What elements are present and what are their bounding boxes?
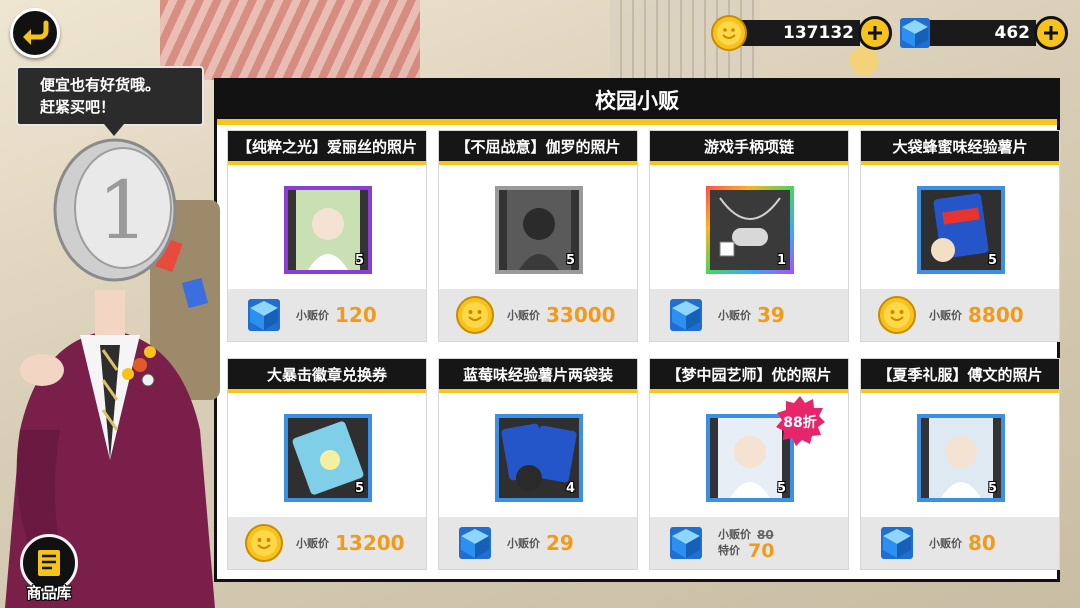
- item-image[interactable]: 5: [495, 186, 583, 274]
- discount-badge: 88折: [774, 395, 826, 447]
- item-name: 【不屈战意】伽罗的照片: [439, 131, 637, 165]
- shop-panel: 校园小贩 【纯粹之光】爱丽丝的照片 5 小贩价 120 【不屈战意】伽罗的照片: [214, 78, 1060, 582]
- item-name: 游戏手柄项链: [650, 131, 848, 165]
- catalog-button[interactable]: 商品库: [14, 534, 84, 608]
- coin-icon: [878, 296, 916, 334]
- gem-amount: 462: [926, 20, 1036, 46]
- item-name: 【夏季礼服】傅文的照片: [861, 359, 1059, 393]
- back-arrow-icon: [23, 20, 49, 45]
- chips-bag-icon: 5: [921, 190, 1001, 270]
- photo-card-icon: 5: [288, 190, 368, 270]
- price-value: 120: [335, 303, 377, 327]
- price-row[interactable]: 小贩价 13200: [228, 517, 426, 569]
- item-name: 蓝莓味经验薯片两袋装: [439, 359, 637, 393]
- special-price-label: 特价: [718, 544, 740, 557]
- plus-icon: [868, 26, 882, 40]
- shop-item-card[interactable]: 大暴击徽章兑换券 5 小贩价 13200: [227, 358, 427, 570]
- item-count: 5: [354, 481, 364, 496]
- shop-item-card[interactable]: 【梦中园艺师】优的照片 5 88折 小贩价 80 特价 70: [649, 358, 849, 570]
- bubble-line-1: 便宜也有好货哦。: [40, 76, 161, 94]
- price-row[interactable]: 小贩价 8800: [861, 289, 1059, 341]
- price-label: 小贩价: [296, 537, 329, 550]
- item-count: 5: [987, 481, 997, 496]
- item-image[interactable]: 5: [917, 414, 1005, 502]
- catalog-icon: [38, 550, 60, 576]
- photo-card-icon: 5: [499, 190, 579, 270]
- back-button[interactable]: [10, 8, 60, 58]
- item-image[interactable]: 5: [284, 414, 372, 502]
- shop-item-card[interactable]: 【纯粹之光】爱丽丝的照片 5 小贩价 120: [227, 130, 427, 342]
- gem-icon: [881, 527, 913, 559]
- price-value: 29: [546, 531, 574, 555]
- price-row[interactable]: 小贩价 80: [861, 517, 1059, 569]
- price-row[interactable]: 小贩价 39: [650, 289, 848, 341]
- price-row[interactable]: 小贩价 29: [439, 517, 637, 569]
- price-value: 33000: [546, 303, 616, 327]
- price-value: 80: [968, 531, 996, 555]
- price-row[interactable]: 小贩价 33000: [439, 289, 637, 341]
- price-label: 小贩价: [507, 537, 540, 550]
- coin-balance: 137132: [710, 14, 892, 52]
- price-row[interactable]: 小贩价 80 特价 70: [650, 517, 848, 569]
- buy-gems-button[interactable]: [1034, 16, 1068, 50]
- shop-title: 校园小贩: [217, 81, 1057, 125]
- item-count: 1: [776, 253, 786, 268]
- price-label: 小贩价: [929, 309, 962, 322]
- item-image[interactable]: 4: [495, 414, 583, 502]
- item-name: 【纯粹之光】爱丽丝的照片: [228, 131, 426, 165]
- price-value: 13200: [335, 531, 405, 555]
- item-count: 4: [565, 481, 575, 496]
- item-name: 大暴击徽章兑换券: [228, 359, 426, 393]
- price-stack: 小贩价 80 特价 70: [718, 527, 775, 562]
- chips-double-icon: 4: [499, 418, 579, 498]
- sale-price: 70: [748, 540, 775, 562]
- photo-card-icon: 5: [921, 418, 1001, 498]
- shop-item-card[interactable]: 【不屈战意】伽罗的照片 5 小贩价 33000: [438, 130, 638, 342]
- item-name: 大袋蜂蜜味经验薯片: [861, 131, 1059, 165]
- item-count: 5: [987, 253, 997, 268]
- price-value: 8800: [968, 303, 1024, 327]
- gem-icon: [900, 18, 930, 48]
- shop-item-card[interactable]: 【夏季礼服】傅文的照片 5 小贩价 80: [860, 358, 1060, 570]
- price-row[interactable]: 小贩价 120: [228, 289, 426, 341]
- item-image[interactable]: 1: [706, 186, 794, 274]
- item-count: 5: [776, 481, 786, 496]
- discount-text: 88折: [783, 414, 816, 431]
- plus-icon: [1044, 26, 1058, 40]
- item-name: 【梦中园艺师】优的照片: [650, 359, 848, 393]
- item-image[interactable]: 5: [284, 186, 372, 274]
- price-label: 小贩价: [929, 537, 962, 550]
- item-count: 5: [354, 253, 364, 268]
- shop-item-card[interactable]: 游戏手柄项链 1 小贩价 39: [649, 130, 849, 342]
- ticket-icon: 5: [288, 418, 368, 498]
- gem-balance: 462: [896, 14, 1068, 52]
- shop-item-card[interactable]: 蓝莓味经验薯片两袋装 4 小贩价 29: [438, 358, 638, 570]
- item-count: 5: [565, 253, 575, 268]
- price-label: 小贩价: [296, 309, 329, 322]
- gem-icon: [670, 527, 702, 559]
- buy-coins-button[interactable]: [858, 16, 892, 50]
- vendor-speech-bubble: 便宜也有好货哦。 赶紧买吧！: [16, 66, 204, 136]
- shop-item-card[interactable]: 大袋蜂蜜味经验薯片 5 小贩价 8800: [860, 130, 1060, 342]
- price-label: 小贩价: [507, 309, 540, 322]
- price-label: 小贩价: [718, 309, 751, 322]
- gamepad-necklace-icon: 1: [710, 190, 790, 270]
- coin-icon: [245, 524, 283, 562]
- coin-icon: [711, 15, 747, 51]
- catalog-label: 商品库: [26, 584, 72, 602]
- coin-amount: 137132: [740, 20, 860, 46]
- svg-text:1: 1: [98, 164, 149, 257]
- gem-icon: [459, 527, 491, 559]
- gem-icon: [248, 299, 280, 331]
- bubble-line-2: 赶紧买吧！: [40, 98, 116, 116]
- gem-icon: [670, 299, 702, 331]
- item-image[interactable]: 5: [917, 186, 1005, 274]
- coin-icon: [456, 296, 494, 334]
- price-value: 39: [757, 303, 785, 327]
- price-label: 小贩价: [718, 528, 751, 541]
